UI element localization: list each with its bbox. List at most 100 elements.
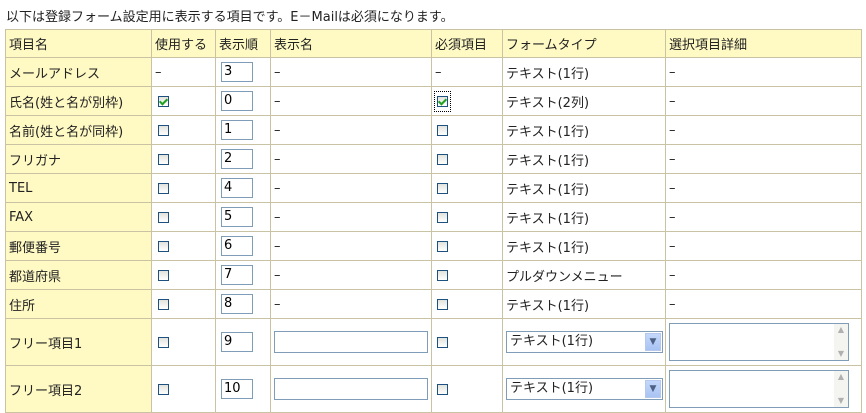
use-checkbox[interactable] bbox=[158, 383, 169, 395]
detail-cell: – bbox=[665, 86, 862, 116]
form-type-cell: テキスト(2列) bbox=[502, 86, 666, 116]
use-checkbox[interactable] bbox=[158, 240, 169, 252]
item-name: 名前(姓と名が同枠) bbox=[5, 115, 152, 145]
required-checkbox[interactable] bbox=[437, 336, 448, 348]
table-row: 名前(姓と名が同枠) – テキスト(1行) – bbox=[5, 115, 862, 145]
required-checkbox-wrap bbox=[435, 208, 450, 227]
use-checkbox[interactable] bbox=[158, 95, 169, 107]
form-type-select[interactable]: テキスト(1行) ▼ bbox=[506, 331, 663, 353]
use-checkbox[interactable] bbox=[158, 211, 169, 223]
form-type-text: プルダウンメニュー bbox=[506, 269, 623, 285]
required-checkbox[interactable] bbox=[437, 153, 448, 165]
label-dash: – bbox=[274, 151, 281, 167]
order-input[interactable] bbox=[221, 149, 253, 169]
order-input[interactable] bbox=[221, 294, 253, 314]
required-checkbox[interactable] bbox=[437, 95, 448, 107]
required-cell bbox=[431, 173, 503, 203]
required-checkbox-wrap bbox=[435, 121, 450, 140]
order-input[interactable] bbox=[221, 265, 253, 285]
order-input[interactable] bbox=[221, 62, 253, 82]
table-row: FAX – テキスト(1行) – bbox=[5, 202, 862, 232]
detail-cell: – bbox=[665, 289, 862, 319]
form-type-text: テキスト(1行) bbox=[506, 182, 590, 198]
textarea-scrollbar[interactable]: ▲ ▼ bbox=[834, 371, 848, 407]
required-checkbox-wrap bbox=[434, 90, 451, 112]
scroll-up-icon[interactable]: ▲ bbox=[834, 324, 848, 336]
order-cell bbox=[215, 173, 271, 203]
required-checkbox[interactable] bbox=[437, 240, 448, 252]
use-checkbox[interactable] bbox=[158, 124, 169, 136]
required-cell: – bbox=[431, 57, 503, 87]
order-cell bbox=[215, 260, 271, 290]
required-checkbox[interactable] bbox=[437, 383, 448, 395]
form-type-text: テキスト(1行) bbox=[506, 240, 590, 256]
scroll-down-icon[interactable]: ▼ bbox=[834, 395, 848, 407]
use-cell bbox=[151, 202, 216, 232]
order-cell bbox=[215, 289, 271, 319]
item-name: 都道府県 bbox=[5, 260, 152, 290]
use-checkbox[interactable] bbox=[158, 298, 169, 310]
order-input[interactable] bbox=[221, 236, 253, 256]
required-cell bbox=[431, 260, 503, 290]
item-name: フリー項目2 bbox=[5, 365, 152, 413]
order-input[interactable] bbox=[221, 207, 253, 227]
use-cell bbox=[151, 231, 216, 261]
table-row: 都道府県 – プルダウンメニュー – bbox=[5, 260, 862, 290]
required-checkbox[interactable] bbox=[437, 124, 448, 136]
label-dash: – bbox=[274, 122, 281, 138]
use-checkbox[interactable] bbox=[158, 182, 169, 194]
use-cell bbox=[151, 365, 216, 413]
label-cell: – bbox=[270, 260, 432, 290]
order-cell bbox=[215, 57, 271, 87]
header-use: 使用する bbox=[151, 29, 216, 58]
use-checkbox[interactable] bbox=[158, 336, 169, 348]
required-checkbox-wrap bbox=[435, 380, 450, 399]
detail-cell: – bbox=[665, 144, 862, 174]
use-checkbox[interactable] bbox=[158, 269, 169, 281]
form-type-select[interactable]: テキスト(1行) ▼ bbox=[506, 378, 663, 400]
detail-cell: – bbox=[665, 173, 862, 203]
required-checkbox[interactable] bbox=[437, 211, 448, 223]
order-input[interactable] bbox=[221, 379, 253, 399]
item-name: 郵便番号 bbox=[5, 231, 152, 261]
order-input[interactable] bbox=[221, 120, 253, 140]
table-row: 氏名(姓と名が別枠) – テキスト(2列) – bbox=[5, 86, 862, 116]
required-cell bbox=[431, 202, 503, 232]
required-cell bbox=[431, 115, 503, 145]
detail-cell: – bbox=[665, 115, 862, 145]
detail-textarea[interactable]: ▲ ▼ bbox=[669, 370, 849, 408]
required-checkbox[interactable] bbox=[437, 182, 448, 194]
chevron-down-icon[interactable]: ▼ bbox=[645, 380, 661, 398]
use-cell bbox=[151, 144, 216, 174]
use-cell bbox=[151, 115, 216, 145]
form-type-text: テキスト(2列) bbox=[506, 95, 590, 111]
scroll-up-icon[interactable]: ▲ bbox=[834, 371, 848, 383]
header-detail: 選択項目詳細 bbox=[665, 29, 862, 58]
scroll-down-icon[interactable]: ▼ bbox=[834, 348, 848, 360]
form-type-cell: テキスト(1行) bbox=[502, 144, 666, 174]
order-input[interactable] bbox=[221, 178, 253, 198]
order-input[interactable] bbox=[221, 91, 253, 111]
chevron-down-icon[interactable]: ▼ bbox=[645, 333, 661, 351]
required-cell bbox=[431, 86, 503, 116]
textarea-scrollbar[interactable]: ▲ ▼ bbox=[834, 324, 848, 360]
table-row: 郵便番号 – テキスト(1行) – bbox=[5, 231, 862, 261]
label-cell: – bbox=[270, 231, 432, 261]
use-checkbox[interactable] bbox=[158, 153, 169, 165]
required-checkbox[interactable] bbox=[437, 298, 448, 310]
form-type-select-value: テキスト(1行) bbox=[510, 334, 594, 349]
order-input[interactable] bbox=[221, 332, 253, 352]
detail-dash: – bbox=[669, 296, 676, 312]
label-cell: – bbox=[270, 86, 432, 116]
label-cell: – bbox=[270, 289, 432, 319]
label-input[interactable] bbox=[274, 331, 428, 353]
label-input[interactable] bbox=[274, 378, 428, 400]
form-type-text: テキスト(1行) bbox=[506, 66, 590, 82]
form-type-text: テキスト(1行) bbox=[506, 153, 590, 169]
intro-text: 以下は登録フォーム設定用に表示する項目です。E－Mailは必須になります。 bbox=[6, 10, 454, 25]
required-cell bbox=[431, 144, 503, 174]
required-checkbox[interactable] bbox=[437, 269, 448, 281]
required-checkbox-wrap bbox=[435, 266, 450, 285]
detail-textarea[interactable]: ▲ ▼ bbox=[669, 323, 849, 361]
header-item-name: 項目名 bbox=[5, 29, 152, 58]
